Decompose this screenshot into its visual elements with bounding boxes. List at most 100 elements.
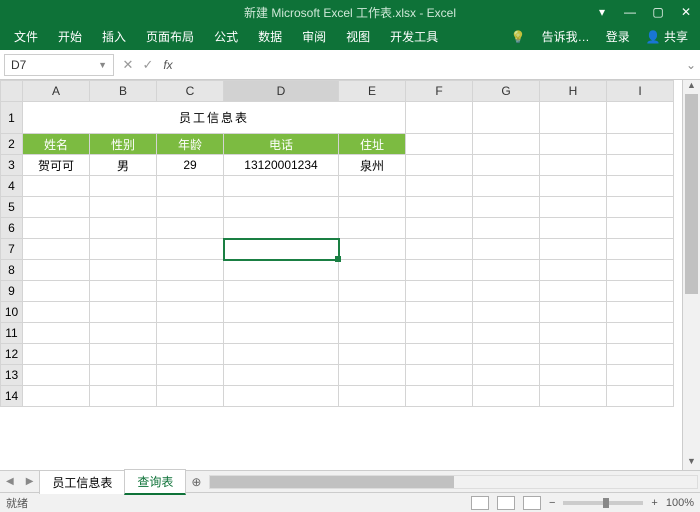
header-cell[interactable]: 电话 (224, 134, 339, 155)
cell[interactable]: 贺可可 (23, 155, 90, 176)
cell[interactable] (339, 176, 406, 197)
tab-layout[interactable]: 页面布局 (136, 23, 204, 50)
cell[interactable] (607, 102, 674, 134)
row-header[interactable]: 6 (1, 218, 23, 239)
cell[interactable] (607, 218, 674, 239)
col-header[interactable]: E (339, 81, 406, 102)
cell[interactable] (339, 197, 406, 218)
cell[interactable] (157, 386, 224, 407)
cell[interactable] (540, 386, 607, 407)
tab-view[interactable]: 视图 (336, 23, 380, 50)
cell[interactable] (224, 302, 339, 323)
cell[interactable] (90, 281, 157, 302)
confirm-icon[interactable]: ✓ (138, 57, 158, 73)
cell[interactable] (473, 386, 540, 407)
cell[interactable] (473, 344, 540, 365)
cell[interactable] (23, 260, 90, 281)
select-all-corner[interactable] (1, 81, 23, 102)
cell[interactable] (473, 260, 540, 281)
cell[interactable] (157, 323, 224, 344)
cell[interactable] (224, 281, 339, 302)
cell[interactable]: 13120001234 (224, 155, 339, 176)
cell[interactable] (406, 386, 473, 407)
cell[interactable] (607, 197, 674, 218)
cell[interactable] (23, 302, 90, 323)
cell[interactable] (23, 197, 90, 218)
cell[interactable] (224, 386, 339, 407)
cell[interactable] (540, 134, 607, 155)
tab-file[interactable]: 文件 (4, 23, 48, 50)
cell[interactable] (607, 365, 674, 386)
row-header[interactable]: 3 (1, 155, 23, 176)
cell[interactable] (473, 323, 540, 344)
col-header[interactable]: H (540, 81, 607, 102)
sheet-tab-active[interactable]: 查询表 (124, 469, 186, 495)
cell[interactable] (540, 344, 607, 365)
cell[interactable] (23, 386, 90, 407)
cell[interactable] (473, 155, 540, 176)
cell[interactable] (157, 344, 224, 365)
cell[interactable] (406, 302, 473, 323)
cell[interactable] (90, 386, 157, 407)
cell[interactable] (90, 176, 157, 197)
view-layout-icon[interactable] (497, 496, 515, 510)
row-header[interactable]: 1 (1, 102, 23, 134)
cell[interactable] (339, 302, 406, 323)
login-button[interactable]: 登录 (598, 23, 638, 50)
cell[interactable] (157, 302, 224, 323)
cell[interactable] (473, 176, 540, 197)
cell[interactable] (607, 323, 674, 344)
tab-formula[interactable]: 公式 (204, 23, 248, 50)
cell[interactable] (473, 218, 540, 239)
col-header[interactable]: G (473, 81, 540, 102)
cell[interactable] (224, 176, 339, 197)
row-header[interactable]: 11 (1, 323, 23, 344)
sheet-tab[interactable]: 员工信息表 (39, 470, 125, 494)
cell[interactable] (157, 176, 224, 197)
ribbon-options-icon[interactable]: ▾ (588, 0, 616, 24)
cell[interactable] (90, 323, 157, 344)
cell[interactable] (224, 197, 339, 218)
zoom-level[interactable]: 100% (666, 497, 694, 509)
cell[interactable] (607, 386, 674, 407)
cell[interactable] (540, 323, 607, 344)
header-cell[interactable]: 住址 (339, 134, 406, 155)
cell[interactable] (607, 239, 674, 260)
cell[interactable] (406, 218, 473, 239)
fx-icon[interactable]: fx (158, 58, 178, 72)
cell[interactable] (157, 197, 224, 218)
cell[interactable] (23, 176, 90, 197)
cell[interactable] (607, 134, 674, 155)
cell[interactable] (406, 134, 473, 155)
cell[interactable] (23, 281, 90, 302)
zoom-slider[interactable] (563, 501, 643, 505)
cell[interactable] (23, 365, 90, 386)
cell[interactable] (406, 102, 473, 134)
cell[interactable] (540, 102, 607, 134)
cell[interactable] (339, 260, 406, 281)
zoom-knob[interactable] (603, 498, 609, 508)
cell[interactable] (473, 197, 540, 218)
cell[interactable] (540, 218, 607, 239)
cell[interactable]: 男 (90, 155, 157, 176)
cell[interactable] (540, 239, 607, 260)
col-header[interactable]: A (23, 81, 90, 102)
cell[interactable] (540, 365, 607, 386)
cell[interactable] (540, 176, 607, 197)
cell[interactable] (157, 239, 224, 260)
cell[interactable]: 泉州 (339, 155, 406, 176)
cell[interactable] (90, 197, 157, 218)
header-cell[interactable]: 年龄 (157, 134, 224, 155)
formula-expand-icon[interactable]: ⌄ (682, 58, 700, 72)
cell[interactable] (406, 344, 473, 365)
cell[interactable] (406, 197, 473, 218)
cell[interactable] (607, 344, 674, 365)
zoom-out-icon[interactable]: − (549, 497, 555, 509)
add-sheet-icon[interactable]: ⊕ (185, 475, 207, 489)
vertical-scrollbar[interactable]: ▲ ▼ (682, 80, 700, 470)
cell[interactable] (540, 155, 607, 176)
cell[interactable] (339, 344, 406, 365)
chevron-down-icon[interactable]: ▼ (98, 60, 107, 70)
cell[interactable] (607, 176, 674, 197)
cell[interactable] (406, 281, 473, 302)
